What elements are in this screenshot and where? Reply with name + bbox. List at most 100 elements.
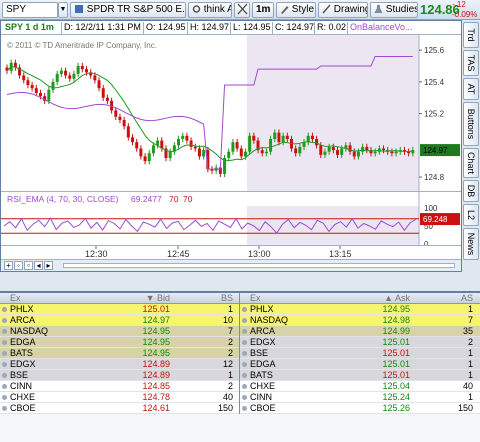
studies-button[interactable]: Studies	[370, 2, 418, 18]
symbol-dropdown-button[interactable]: ▼	[58, 2, 68, 18]
bid-size: 1	[227, 370, 233, 380]
side-tab-at[interactable]: AT	[463, 78, 479, 100]
exchange-name: PHLX	[10, 304, 34, 314]
bid-size: 150	[217, 403, 233, 413]
chart-scrollbar[interactable]	[63, 263, 455, 268]
ask-row[interactable]: EDGA 125.01 1	[240, 359, 480, 370]
ask-row[interactable]: CINN 125.24 1	[240, 392, 480, 403]
column-header-bid[interactable]: ▼ Bid	[110, 293, 170, 303]
rsi-title: RSI_EMA (4, 70, 30, CLOSE)	[7, 194, 119, 204]
zoom-icon[interactable]: ◦	[14, 261, 23, 270]
symbol-input[interactable]: SPY	[2, 2, 58, 18]
ask-row[interactable]: BATS 125.01 1	[240, 370, 480, 381]
candle	[269, 138, 273, 152]
percent-change: -0.09%	[452, 10, 478, 19]
candle	[51, 81, 55, 90]
ask-row[interactable]: PHLX 124.95 1	[240, 304, 480, 315]
candle	[118, 116, 122, 120]
bid-row[interactable]: NASDAQ 124.95 7	[0, 326, 239, 337]
candle	[310, 135, 314, 139]
exchange-name: BSE	[250, 348, 269, 358]
ask-price: 124.98	[382, 315, 410, 325]
exchange-name: ARCA	[250, 326, 276, 336]
after-hours-shading	[247, 35, 419, 191]
bid-size: 7	[227, 326, 233, 336]
candle	[177, 138, 181, 146]
candle	[382, 148, 386, 151]
bid-row[interactable]: PHLX 125.01 1	[0, 304, 239, 315]
crosshair-button[interactable]	[234, 2, 250, 18]
candle	[264, 151, 268, 154]
column-header-ask[interactable]: ▲ Ask	[350, 293, 410, 303]
ask-row[interactable]: NASDAQ 124.98 7	[240, 315, 480, 326]
right-arrow-icon[interactable]: ▸	[44, 261, 53, 270]
ask-price: 125.26	[382, 403, 410, 413]
candle	[84, 69, 88, 73]
side-tab-tas[interactable]: TAS	[463, 50, 479, 76]
style-button[interactable]: Style	[276, 2, 316, 18]
study-label-obv[interactable]: OnBalanceVo...	[350, 21, 413, 34]
side-tab-l2[interactable]: L2	[463, 204, 479, 226]
column-header-bid-size[interactable]: BS	[175, 293, 233, 303]
candle	[202, 150, 206, 157]
rsi-chart[interactable]: RSI_EMA (4, 70, 30, CLOSE) 69.2477 70 70 100…	[1, 191, 461, 245]
ask-row[interactable]: ARCA 124.99 35	[240, 326, 480, 337]
exchange-dot-icon	[2, 340, 7, 345]
bid-row[interactable]: BATS 124.95 2	[0, 348, 239, 359]
bar-low: L: 124.95	[233, 22, 271, 32]
divider	[314, 22, 315, 34]
candle	[47, 89, 51, 101]
candle	[356, 151, 360, 157]
style-label: Style	[291, 4, 315, 15]
candle	[126, 126, 130, 138]
chart-info-bar: SPY 1 d 1m D: 12/2/11 1:31 PM O: 124.95 …	[1, 21, 461, 35]
exchange-name: CINN	[250, 392, 272, 402]
side-tab-chart[interactable]: Chart	[463, 148, 479, 178]
bid-row[interactable]: ARCA 124.97 10	[0, 315, 239, 326]
timeframe-button[interactable]: 1m	[252, 2, 274, 18]
bid-price: 124.95	[142, 337, 170, 347]
bid-row[interactable]: CHXE 124.78 40	[0, 392, 239, 403]
exchange-name: EDGA	[10, 337, 36, 347]
candle	[315, 138, 319, 146]
candle	[105, 97, 109, 101]
add-icon[interactable]: +	[4, 261, 13, 270]
bid-row[interactable]: BSE 124.89 1	[0, 370, 239, 381]
think-ai-button[interactable]: think A.I.	[188, 2, 232, 18]
chart-symbol-period[interactable]: SPY 1 d 1m	[5, 21, 54, 34]
column-header-exchange[interactable]: Ex	[10, 293, 100, 303]
chart-toolbar: SPY ▼ SPDR TR S&P 500 E... think A.I. 1m…	[0, 0, 480, 20]
price-chart[interactable]: © 2011 © TD Ameritrade IP Company, Inc. 1…	[1, 35, 461, 205]
side-tab-db[interactable]: DB	[463, 180, 479, 202]
ask-row[interactable]: EDGX 125.01 2	[240, 337, 480, 348]
column-header-ask-size[interactable]: AS	[415, 293, 473, 303]
ask-row[interactable]: CBOE 125.26 150	[240, 403, 480, 414]
column-header-exchange[interactable]: Ex	[250, 293, 340, 303]
left-arrow-icon[interactable]: ◂	[34, 261, 43, 270]
ask-row[interactable]: BSE 125.01 1	[240, 348, 480, 359]
ask-row[interactable]: CHXE 125.04 40	[240, 381, 480, 392]
candle	[139, 148, 143, 157]
side-tab-trd[interactable]: Trd	[463, 22, 479, 48]
exchange-dot-icon	[2, 351, 7, 356]
side-tab-buttons[interactable]: Buttons	[463, 102, 479, 146]
candle	[80, 65, 84, 70]
bid-row[interactable]: EDGX 124.89 12	[0, 359, 239, 370]
candle	[281, 135, 285, 143]
bid-row[interactable]: EDGA 124.95 2	[0, 337, 239, 348]
candle	[135, 142, 139, 149]
symbol-description-button[interactable]: SPDR TR S&P 500 E...	[70, 2, 186, 18]
candle	[93, 75, 97, 81]
bid-table: Ex ▼ Bid BS PHLX 125.01 1 ARCA 124.97 10 NASDA…	[0, 293, 240, 414]
drawings-button[interactable]: Drawings	[318, 2, 368, 18]
exchange-dot-icon	[242, 329, 247, 334]
expand-icon[interactable]: ▫	[24, 261, 33, 270]
bid-row[interactable]: CINN 124.85 2	[0, 381, 239, 392]
candle	[97, 80, 101, 89]
exchange-dot-icon	[242, 395, 247, 400]
gear-icon	[192, 5, 201, 13]
bid-price: 124.95	[142, 348, 170, 358]
bid-row[interactable]: CBOE 124.61 150	[0, 403, 239, 414]
side-tab-news[interactable]: News	[463, 228, 479, 260]
chart-panel[interactable]: SPY 1 d 1m D: 12/2/11 1:31 PM O: 124.95 …	[0, 20, 462, 272]
